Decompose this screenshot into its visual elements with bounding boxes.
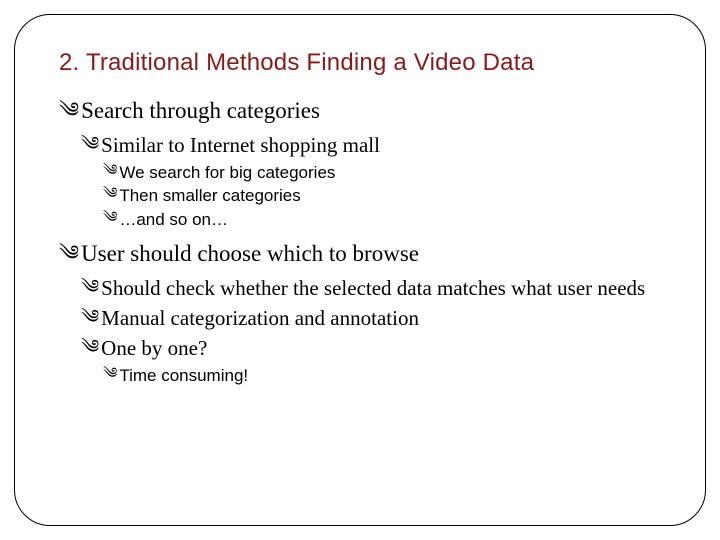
bullet-icon: ༄ — [103, 164, 117, 179]
slide-frame: 2. Traditional Methods Finding a Video D… — [14, 14, 706, 526]
list-item: ༄ One by one? — [81, 335, 661, 361]
bullet-text: Should check whether the selected data m… — [101, 275, 645, 301]
list-item: ༄ Manual categorization and annotation — [81, 305, 661, 331]
bullet-icon: ༄ — [59, 100, 79, 121]
bullet-icon: ༄ — [103, 187, 117, 202]
bullet-text: User should choose which to browse — [81, 240, 419, 269]
list-item: ༄ User should choose which to browse — [59, 240, 661, 269]
slide-title: 2. Traditional Methods Finding a Video D… — [59, 49, 661, 77]
bullet-text: Manual categorization and annotation — [101, 305, 419, 331]
list-item: ༄ Search through categories — [59, 97, 661, 126]
list-item: ༄ Should check whether the selected data… — [81, 275, 661, 301]
bullet-text: Time consuming! — [119, 365, 248, 386]
bullet-icon: ༄ — [81, 278, 99, 297]
bullet-icon: ༄ — [81, 338, 99, 357]
list-item: ༄ Time consuming! — [103, 365, 661, 386]
list-item: ༄ Then smaller categories — [103, 185, 661, 206]
list-item: ༄ Similar to Internet shopping mall — [81, 132, 661, 158]
bullet-icon: ༄ — [81, 308, 99, 327]
bullet-text: Search through categories — [81, 97, 320, 126]
list-item: ༄ We search for big categories — [103, 162, 661, 183]
bullet-icon: ༄ — [103, 211, 117, 226]
bullet-icon: ༄ — [59, 243, 79, 264]
bullet-icon: ༄ — [81, 135, 99, 154]
bullet-text: Similar to Internet shopping mall — [101, 132, 380, 158]
bullet-text: …and so on… — [119, 209, 228, 230]
bullet-group-1: ༄ Search through categories ༄ Similar to… — [59, 97, 661, 230]
list-item: ༄ …and so on… — [103, 209, 661, 230]
bullet-group-2: ༄ User should choose which to browse ༄ S… — [59, 240, 661, 387]
bullet-text: Then smaller categories — [119, 185, 300, 206]
bullet-text: We search for big categories — [119, 162, 335, 183]
bullet-icon: ༄ — [103, 367, 117, 382]
bullet-text: One by one? — [101, 335, 207, 361]
